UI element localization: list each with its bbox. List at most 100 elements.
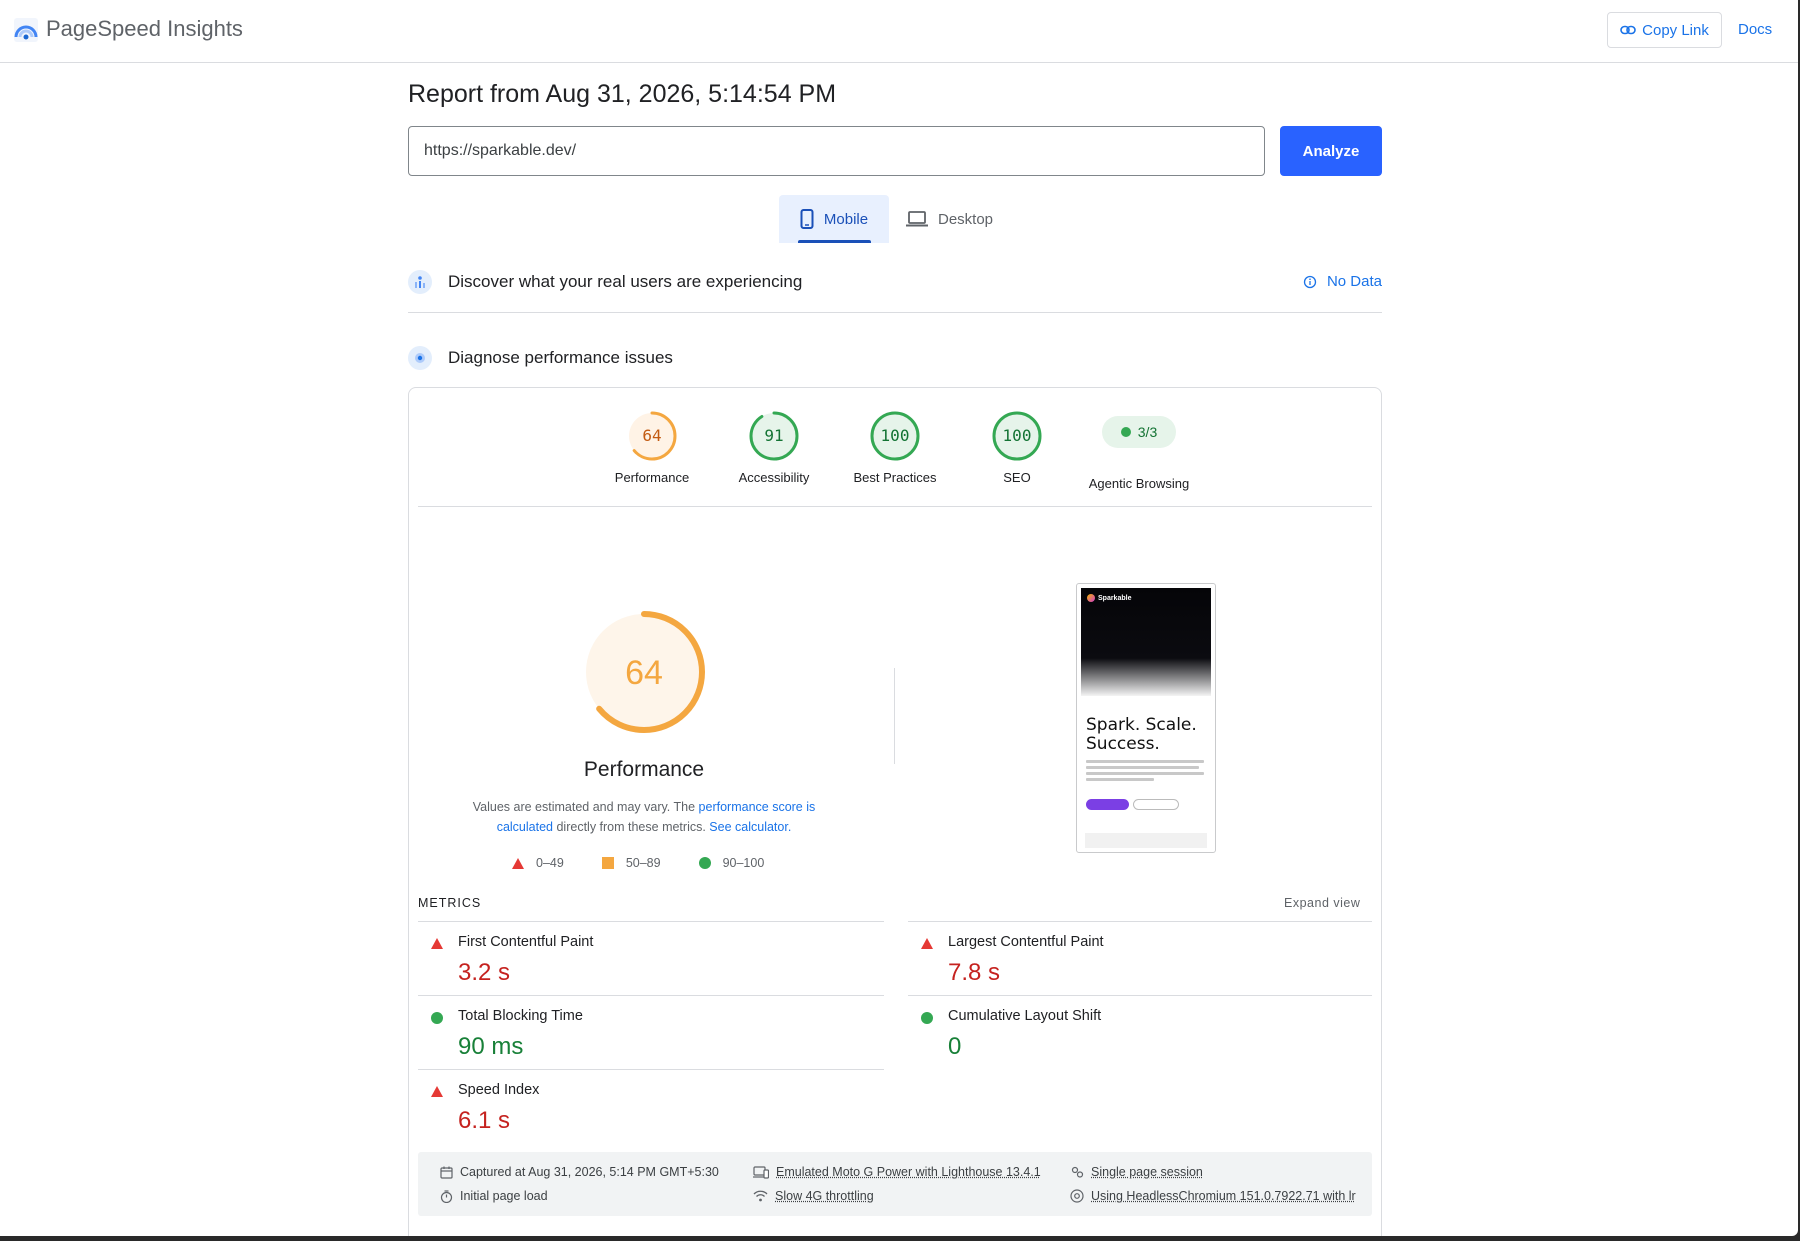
report-title: Report from Aug 31, 2026, 5:14:54 PM: [408, 80, 837, 108]
screenshot-hero-bg: [1081, 588, 1211, 696]
people-icon: [1071, 1166, 1084, 1178]
legend-pass-label: 90–100: [722, 856, 765, 870]
fail-triangle-icon: [431, 1086, 443, 1097]
tab-mobile-label: Mobile: [823, 210, 869, 228]
tab-mobile[interactable]: Mobile: [779, 195, 889, 243]
legend-fail-label: 0–49: [536, 856, 564, 870]
pass-dot-icon: [1120, 427, 1131, 437]
performance-big-score: 64: [625, 654, 663, 692]
accessibility-label: Accessibility: [738, 470, 810, 485]
tab-selected-indicator: [798, 240, 871, 243]
metric-value: 90 ms: [458, 1033, 524, 1060]
metric-value: 3.2 s: [458, 959, 511, 986]
desc-text-1: Values are estimated and may vary. The: [472, 800, 699, 814]
calendar-icon: [440, 1166, 453, 1179]
page-session-label: Single page session: [1091, 1165, 1203, 1179]
docs-link[interactable]: Docs: [1738, 21, 1772, 38]
metrics-divider: [908, 921, 1372, 922]
performance-big-gauge: 64: [583, 611, 705, 733]
initial-page-load: Initial page load: [440, 1189, 548, 1203]
average-square-icon: [601, 857, 614, 869]
metric-value: 7.8 s: [948, 959, 1001, 986]
real-users-title: Discover what your real users are experi…: [448, 272, 803, 291]
info-icon: [1303, 275, 1317, 288]
no-data-label: No Data: [1326, 273, 1382, 290]
accessibility-score-ring: 91: [749, 411, 799, 461]
browser-version[interactable]: Using HeadlessChromium 151.0.7922.71 wit…: [1070, 1189, 1364, 1203]
screenshot-primary-button: [1086, 799, 1129, 810]
gauge-performance[interactable]: 64 Performance: [587, 410, 717, 485]
agentic-browsing-pill: 3/3: [1102, 416, 1176, 448]
metrics-divider: [908, 995, 1372, 996]
network-throttling-label: Slow 4G throttling: [775, 1189, 874, 1203]
expand-view-button[interactable]: Expand view: [1284, 896, 1360, 910]
lab-data-icon: [408, 346, 432, 370]
best-practices-score: 100: [881, 426, 910, 445]
seo-score: 100: [1003, 426, 1032, 445]
emulated-device-label: Emulated Moto G Power with Lighthouse 13…: [776, 1165, 1041, 1179]
metric-speed-index: Speed Index 6.1 s: [418, 1074, 858, 1148]
vertical-separator: [894, 668, 895, 764]
analyze-button[interactable]: Analyze: [1280, 126, 1382, 176]
fail-triangle-icon: [431, 938, 443, 949]
gauge-agentic-browsing[interactable]: 3/3 Agentic Browsing: [1074, 410, 1204, 491]
metric-first-contentful-paint: First Contentful Paint 3.2 s: [418, 926, 858, 1000]
metric-label: Cumulative Layout Shift: [948, 1008, 1102, 1024]
metric-label: First Contentful Paint: [458, 934, 594, 950]
devices-icon: [753, 1165, 769, 1179]
pass-circle-icon: [698, 857, 711, 869]
performance-score: 64: [642, 426, 661, 445]
metric-value: 0: [948, 1033, 962, 1060]
performance-score-ring: 64: [627, 411, 677, 461]
legend-fail: 0–49: [512, 856, 564, 870]
page-session[interactable]: Single page session: [1070, 1165, 1203, 1179]
app-window: PageSpeed Insights Copy Link Docs Report…: [0, 0, 1798, 1236]
screenshot-secondary-button: [1133, 799, 1179, 810]
diagnose-section: Diagnose performance issues: [408, 338, 1382, 378]
legend-pass: 90–100: [698, 856, 765, 870]
metric-cumulative-layout-shift: Cumulative Layout Shift 0: [908, 1000, 1348, 1074]
sparkable-logo-icon: [1087, 594, 1095, 602]
app-title: PageSpeed Insights: [46, 16, 243, 41]
tab-desktop[interactable]: Desktop: [906, 195, 1001, 243]
metric-label: Total Blocking Time: [458, 1008, 583, 1024]
screenshot-footer: [1085, 833, 1207, 848]
real-users-section[interactable]: Discover what your real users are experi…: [408, 262, 1382, 302]
performance-heading: Performance: [583, 758, 705, 781]
metric-largest-contentful-paint: Largest Contentful Paint 7.8 s: [908, 926, 1348, 1000]
legend-average-label: 50–89: [625, 856, 661, 870]
screenshot-nav: Sparkable: [1087, 594, 1131, 602]
laptop-icon: [906, 211, 928, 227]
metrics-heading: METRICS: [418, 896, 482, 910]
network-throttling[interactable]: Slow 4G throttling: [753, 1189, 874, 1203]
pass-circle-icon: [431, 1012, 443, 1024]
seo-label: SEO: [1003, 470, 1031, 485]
best-practices-label: Best Practices: [853, 470, 937, 485]
legend-average: 50–89: [601, 856, 661, 870]
metrics-divider: [418, 921, 884, 922]
fail-triangle-icon: [921, 938, 933, 949]
timer-icon: [440, 1189, 453, 1203]
metric-total-blocking-time: Total Blocking Time 90 ms: [418, 1000, 858, 1074]
agentic-browsing-label: Agentic Browsing: [1088, 476, 1190, 491]
screenshot-headline: Spark. Scale. Success.: [1086, 715, 1197, 754]
agentic-browsing-score: 3/3: [1137, 424, 1158, 440]
gauge-accessibility[interactable]: 91 Accessibility: [709, 410, 839, 485]
url-input[interactable]: [408, 126, 1265, 176]
diagnose-title: Diagnose performance issues: [448, 348, 673, 367]
metric-value: 6.1 s: [458, 1107, 511, 1134]
metric-label: Largest Contentful Paint: [948, 934, 1104, 950]
screenshot-content: Sparkable Spark. Scale. Success.: [1081, 588, 1211, 848]
copy-link-button[interactable]: Copy Link: [1607, 12, 1722, 48]
best-practices-score-ring: 100: [870, 411, 920, 461]
pass-circle-icon: [921, 1012, 933, 1024]
no-data-link[interactable]: No Data: [1303, 273, 1382, 290]
gauges-divider: [418, 506, 1372, 507]
emulated-device[interactable]: Emulated Moto G Power with Lighthouse 13…: [753, 1165, 1041, 1179]
see-calculator-link[interactable]: See calculator.: [709, 820, 791, 834]
gauge-seo[interactable]: 100 SEO: [952, 410, 1082, 485]
link-icon: [1620, 25, 1636, 35]
gauge-best-practices[interactable]: 100 Best Practices: [830, 410, 960, 485]
copy-link-label: Copy Link: [1642, 21, 1709, 39]
initial-page-load-label: Initial page load: [460, 1189, 548, 1203]
